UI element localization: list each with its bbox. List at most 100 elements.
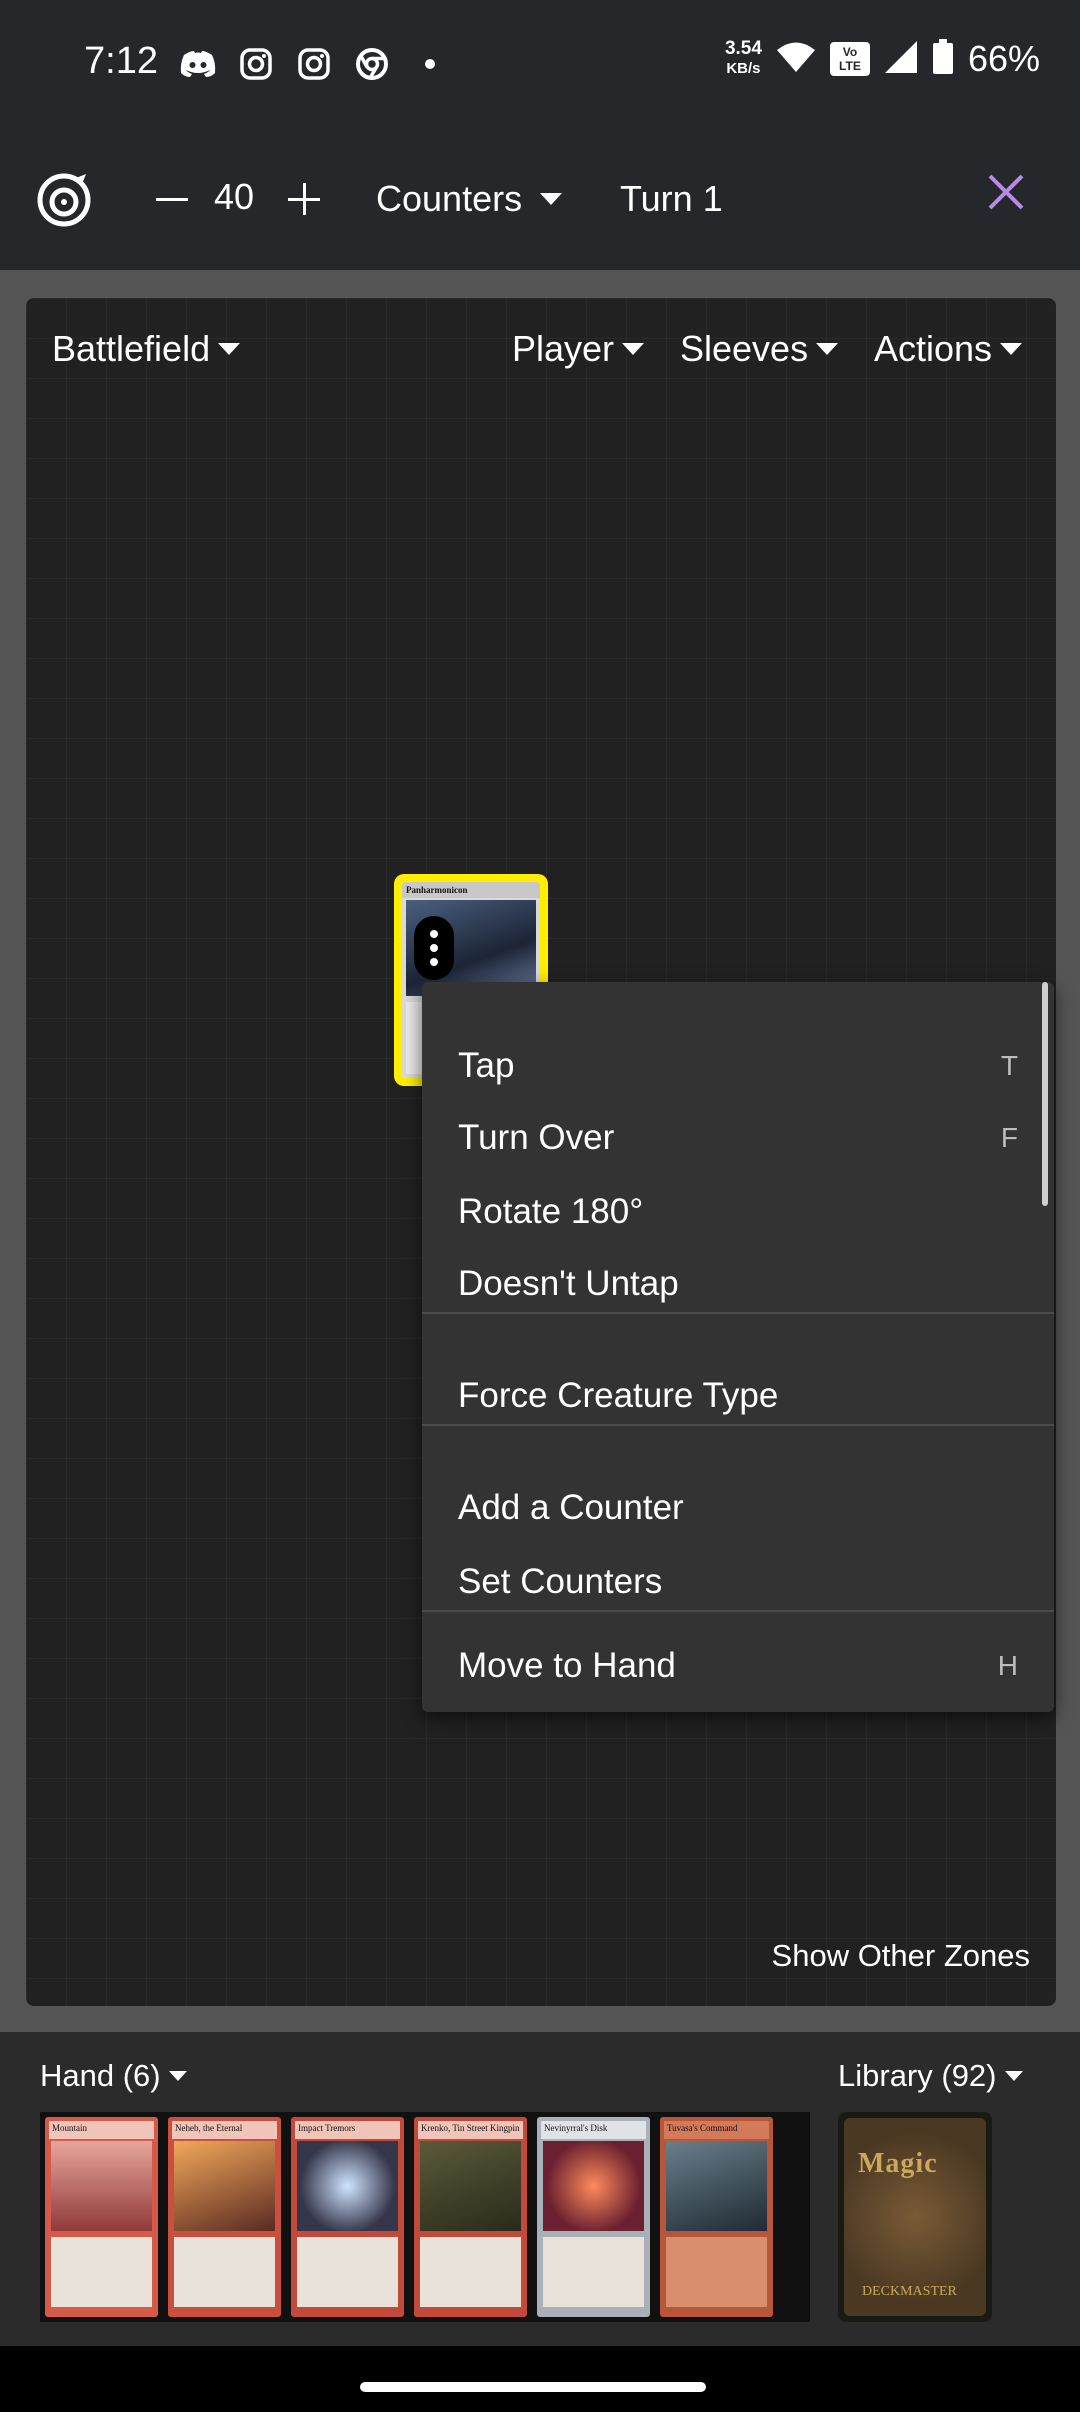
player-label: Player [512, 328, 615, 369]
sleeves-label: Sleeves [680, 328, 809, 369]
minus-icon [156, 197, 188, 201]
hand-card[interactable]: Nevinyrral's Disk [532, 2112, 655, 2322]
card-back-label: DECKMASTER [862, 2284, 957, 2299]
counters-label: Counters [376, 178, 523, 219]
instagram-icon [294, 44, 334, 84]
show-other-zones-button[interactable]: Show Other Zones [772, 1938, 1030, 1974]
menu-item-doesnt-untap[interactable]: Doesn't Untap [458, 1256, 1018, 1312]
card-title: Mountain [49, 2121, 154, 2139]
caret-down-icon [816, 343, 839, 355]
hand-cards: Mountain Neheb, the Eternal Impact Tremo… [40, 2112, 810, 2322]
card-text-box [174, 2237, 275, 2307]
card-art [174, 2141, 275, 2231]
player-dropdown[interactable]: Player [512, 328, 645, 370]
life-total: 40 [214, 176, 255, 217]
discord-icon [178, 44, 218, 84]
menu-item-add-counter[interactable]: Add a Counter [458, 1480, 1018, 1536]
menu-item-set-counters[interactable]: Set Counters [458, 1554, 1018, 1610]
card-art [297, 2141, 398, 2231]
battery-icon [932, 38, 954, 80]
card-art [420, 2141, 521, 2231]
caret-down-icon [622, 343, 645, 355]
signal-icon [884, 40, 918, 79]
chrome-icon [352, 44, 392, 84]
card-text-box [51, 2237, 152, 2307]
menu-divider [422, 1312, 1054, 1314]
menu-divider [422, 1424, 1054, 1426]
hand-card[interactable]: Tuvasa's Command [655, 2112, 778, 2322]
card-art [543, 2141, 644, 2231]
wifi-icon [776, 41, 816, 78]
dot-icon [410, 44, 450, 84]
card-title: Nevinyrral's Disk [541, 2121, 646, 2139]
caret-down-icon [168, 2071, 187, 2081]
menu-shortcut: T [1000, 1050, 1018, 1081]
menu-item-label: Turn Over [458, 1118, 615, 1157]
library-card-back[interactable]: Magic DECKMASTER [838, 2112, 992, 2322]
turn-indicator[interactable]: Turn 1 [620, 178, 723, 220]
caret-down-icon [540, 193, 563, 205]
hand-card[interactable]: Krenko, Tin Street Kingpin [409, 2112, 532, 2322]
menu-item-label: Force Creature Type [458, 1376, 779, 1415]
menu-shortcut: H [997, 1650, 1018, 1681]
navigation-bar [0, 2346, 1080, 2412]
hand-card[interactable]: Neheb, the Eternal [163, 2112, 286, 2322]
network-speed-unit: KB/s [726, 60, 761, 77]
close-button[interactable] [982, 168, 1030, 216]
menu-item-tap[interactable]: Tap T [458, 1038, 1018, 1094]
increase-life-button[interactable] [284, 174, 324, 224]
actions-dropdown[interactable]: Actions [874, 328, 1023, 370]
card-art [666, 2141, 767, 2231]
menu-shortcut: F [1000, 1122, 1018, 1153]
card-text-box [420, 2237, 521, 2307]
card-art [51, 2141, 152, 2231]
menu-item-label: Doesn't Untap [458, 1264, 679, 1303]
zone-label: Battlefield [52, 328, 211, 369]
card-title: Krenko, Tin Street Kingpin [418, 2121, 523, 2139]
menu-item-move-to-hand[interactable]: Move to Hand H [458, 1638, 1018, 1694]
menu-item-rotate-180[interactable]: Rotate 180° [458, 1184, 1018, 1240]
game-toolbar: 40 Counters Turn 1 [0, 126, 1080, 270]
app-logo-icon[interactable] [36, 172, 92, 228]
card-back-art: Magic DECKMASTER [844, 2118, 986, 2316]
card-text-box [666, 2237, 767, 2307]
card-text-box [297, 2237, 398, 2307]
hand-dropdown[interactable]: Hand (6) [40, 2058, 187, 2094]
status-bar: 7:12 3.54 KB/s Vo LTE 66% [0, 0, 1080, 126]
menu-item-turn-over[interactable]: Turn Over F [458, 1110, 1018, 1166]
card-back-logo: Magic [858, 2148, 938, 2179]
hand-card[interactable]: Mountain [40, 2112, 163, 2322]
caret-down-icon [1000, 343, 1023, 355]
card-text-box [543, 2237, 644, 2307]
network-speed: 3.54 KB/s [725, 39, 762, 79]
menu-item-label: Rotate 180° [458, 1192, 644, 1231]
card-title: Neheb, the Eternal [172, 2121, 277, 2139]
home-gesture-handle[interactable] [360, 2382, 706, 2392]
sleeves-dropdown[interactable]: Sleeves [680, 328, 839, 370]
caret-down-icon [218, 343, 241, 355]
hand-card[interactable]: Impact Tremors [286, 2112, 409, 2322]
status-time: 7:12 [84, 40, 158, 82]
counters-dropdown[interactable]: Counters [376, 178, 563, 220]
menu-item-label: Add a Counter [458, 1488, 684, 1527]
card-options-icon[interactable] [414, 916, 454, 980]
notification-icons [178, 44, 450, 84]
menu-scrollbar[interactable] [1042, 982, 1048, 1206]
caret-down-icon [1004, 2071, 1023, 2081]
menu-item-label: Tap [458, 1046, 515, 1085]
decrease-life-button[interactable] [152, 174, 192, 224]
hand-label: Hand (6) [40, 2058, 161, 2093]
zone-dropdown[interactable]: Battlefield [52, 328, 241, 370]
menu-item-label: Set Counters [458, 1562, 663, 1601]
volte-top-text: Vo [842, 45, 858, 59]
volte-bottom-text: LTE [839, 59, 861, 73]
battery-percent: 66% [967, 38, 1040, 79]
volte-icon: Vo LTE [829, 42, 870, 76]
menu-item-force-creature-type[interactable]: Force Creature Type [458, 1368, 1018, 1424]
network-speed-value: 3.54 [724, 38, 762, 59]
menu-item-label: Move to Hand [458, 1646, 676, 1685]
instagram-icon [236, 44, 276, 84]
card-title: Panharmonicon [402, 882, 540, 898]
library-label: Library (92) [838, 2058, 997, 2093]
library-dropdown[interactable]: Library (92) [838, 2058, 1023, 2094]
